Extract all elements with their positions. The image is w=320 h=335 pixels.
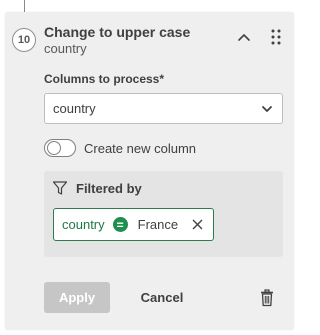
step-title: Change to upper case <box>44 24 191 40</box>
chevron-down-icon <box>262 106 272 112</box>
drag-handle-icon[interactable] <box>270 28 282 46</box>
equals-operator-icon: = <box>112 217 128 232</box>
step-subtitle: country <box>44 41 87 56</box>
columns-select-value: country <box>53 101 96 116</box>
cancel-button[interactable]: Cancel <box>128 282 196 313</box>
trash-icon[interactable] <box>260 289 274 307</box>
filter-condition-chip[interactable]: country = France <box>53 208 214 241</box>
filter-panel: Filtered by country = France <box>44 171 283 257</box>
columns-to-process-label: Columns to process* <box>44 72 165 86</box>
filter-field: country <box>62 217 105 232</box>
create-new-column-toggle[interactable] <box>44 139 76 157</box>
close-icon[interactable] <box>192 219 203 230</box>
filter-icon <box>52 181 68 195</box>
chevron-up-icon[interactable] <box>236 30 252 44</box>
step-number-badge: 10 <box>12 28 36 52</box>
create-new-column-label: Create new column <box>84 141 196 156</box>
filter-value: France <box>137 217 179 232</box>
toggle-knob <box>47 141 61 155</box>
columns-to-process-select[interactable]: country <box>44 93 283 124</box>
filter-title: Filtered by <box>76 181 142 196</box>
apply-button[interactable]: Apply <box>44 282 110 313</box>
